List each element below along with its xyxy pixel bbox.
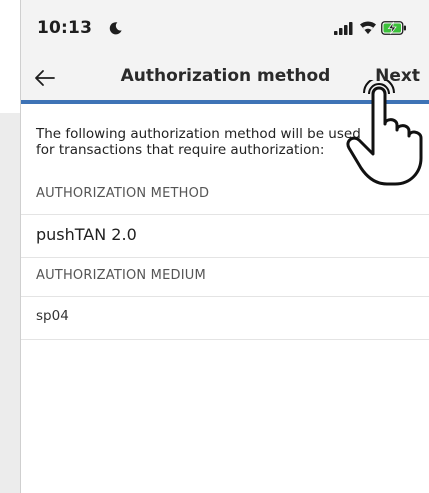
authorization-medium-value: sp04	[36, 308, 69, 324]
authorization-medium-header: AUTHORIZATION MEDIUM	[21, 258, 429, 297]
signal-icon	[334, 22, 353, 35]
wifi-icon	[360, 21, 376, 34]
pointing-hand-icon	[346, 80, 423, 186]
status-bar: 10:13	[21, 0, 429, 56]
authorization-method-row[interactable]: pushTAN 2.0	[21, 215, 429, 258]
phone-screen: 10:13 Authorization method Next The foll…	[20, 0, 429, 493]
intro-text: The following authorization method will …	[36, 126, 361, 158]
status-time: 10:13	[37, 18, 93, 38]
authorization-medium-row[interactable]: sp04	[21, 297, 429, 340]
battery-charging-icon	[381, 21, 406, 35]
authorization-medium-header-label: AUTHORIZATION MEDIUM	[36, 268, 206, 283]
moon-icon	[109, 22, 122, 35]
authorization-method-header-label: AUTHORIZATION METHOD	[36, 186, 210, 201]
side-panel	[0, 113, 20, 493]
authorization-method-value: pushTAN 2.0	[36, 225, 137, 244]
